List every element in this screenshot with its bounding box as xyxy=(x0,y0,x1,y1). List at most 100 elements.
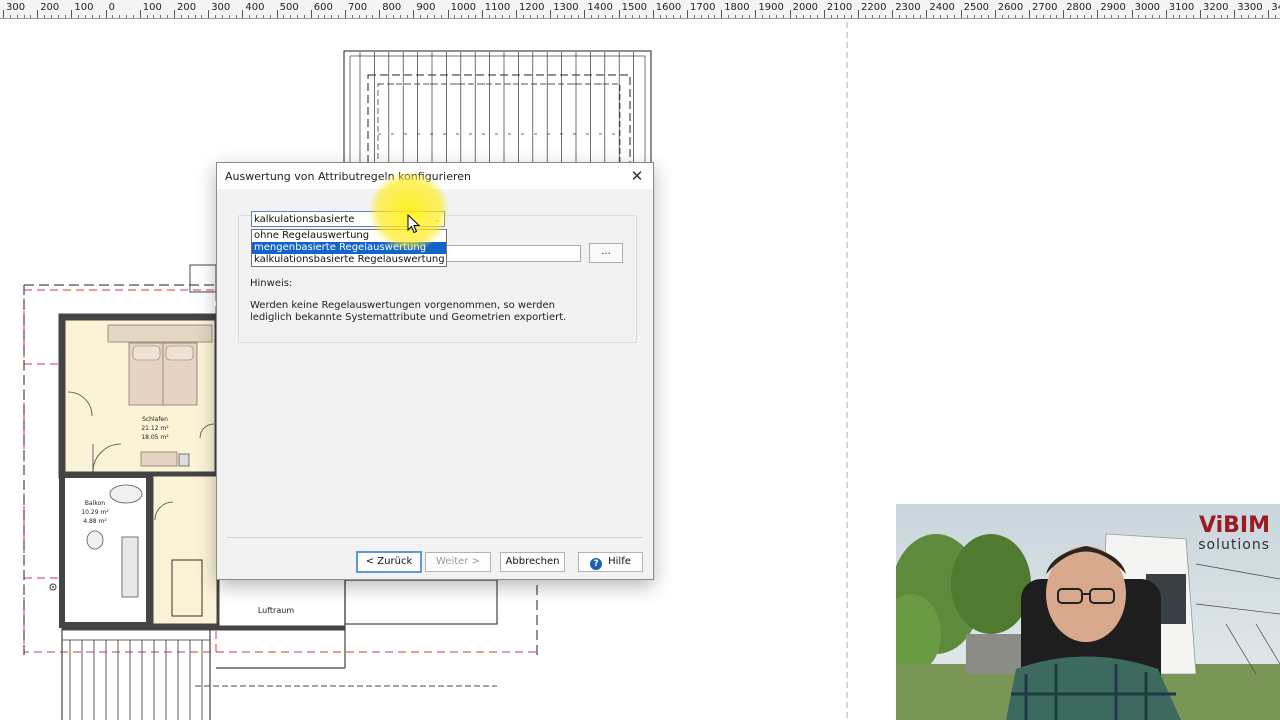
ruler-label: 2300 xyxy=(895,2,921,13)
ruler-minor-tick xyxy=(673,15,675,18)
ruler-minor-tick xyxy=(666,15,668,18)
ruler-major-tick xyxy=(310,10,312,18)
ruler-minor-tick xyxy=(563,15,565,18)
horizontal-ruler: 300 200 100 0 100 200 300 400 500 600 700 800 900 100… xyxy=(0,0,1280,19)
ruler-minor-tick xyxy=(1186,15,1188,18)
rule-file-path-input[interactable] xyxy=(445,245,581,262)
ruler-label: 1200 xyxy=(519,2,545,13)
ruler-minor-tick xyxy=(632,15,634,18)
ruler-minor-tick xyxy=(728,15,730,18)
ruler-minor-tick xyxy=(851,15,853,18)
ruler-major-tick xyxy=(652,10,654,18)
ruler-major-tick xyxy=(789,10,791,18)
ruler-minor-tick xyxy=(1035,15,1037,18)
ruler-minor-tick xyxy=(940,15,942,18)
footer-divider xyxy=(227,537,643,538)
ruler-minor-tick xyxy=(269,15,271,18)
ruler-minor-tick xyxy=(1145,15,1147,18)
ruler-minor-tick xyxy=(180,15,182,18)
ruler-minor-tick xyxy=(1049,15,1051,18)
option-calculation-based-rule-evaluation[interactable]: kalkulationsbasierte Regelauswertung xyxy=(252,254,446,266)
room-label-void: Luftraum xyxy=(258,606,294,615)
ruler-major-tick xyxy=(345,10,346,18)
ruler-major-tick xyxy=(1165,10,1167,18)
dialog-titlebar[interactable]: Auswertung von Attributregeln konfigurie… xyxy=(217,163,653,189)
ruler-minor-tick xyxy=(262,15,264,18)
ruler-major-tick xyxy=(105,10,107,18)
ruler-major-tick xyxy=(1063,10,1065,18)
ruler-minor-tick xyxy=(522,15,524,18)
ruler-minor-tick xyxy=(256,15,258,18)
ruler-major-tick xyxy=(994,10,996,18)
ruler-minor-tick xyxy=(816,15,818,18)
ruler-minor-tick xyxy=(228,15,230,18)
ruler-minor-tick xyxy=(871,15,873,18)
help-button[interactable]: ? Hilfe xyxy=(578,552,643,572)
ruler-minor-tick xyxy=(392,15,394,18)
ruler-minor-tick xyxy=(57,15,59,18)
ruler-minor-tick xyxy=(974,15,976,18)
rule-evaluation-options-list[interactable]: ohne Regelauswertung mengenbasierte Rege… xyxy=(251,229,447,267)
ruler-minor-tick xyxy=(714,15,716,18)
ruler-minor-tick xyxy=(338,15,340,18)
ruler-minor-tick xyxy=(303,15,305,18)
ruler-minor-tick xyxy=(201,15,203,18)
ruler-minor-tick xyxy=(598,15,600,18)
ruler-label: 2100 xyxy=(826,2,853,13)
ruler-minor-tick xyxy=(488,15,490,18)
ruler-label: 500 xyxy=(279,2,299,13)
ruler-minor-tick xyxy=(1227,15,1229,18)
option-quantity-based-rule-evaluation[interactable]: mengenbasierte Regelauswertung xyxy=(252,242,446,254)
ruler-major-tick xyxy=(926,10,928,18)
ruler-minor-tick xyxy=(1015,15,1017,18)
ruler-minor-tick xyxy=(194,15,196,18)
ruler-minor-tick xyxy=(1022,15,1024,18)
ruler-minor-tick xyxy=(933,15,935,18)
ruler-minor-tick xyxy=(1241,15,1243,18)
room-area-bedroom-2: 18.05 m² xyxy=(141,434,169,441)
ruler-minor-tick xyxy=(30,15,32,18)
logo-brand-vi: Vi xyxy=(1198,513,1224,538)
ruler-major-tick xyxy=(584,10,586,18)
logo-brand-bim: BIM xyxy=(1223,513,1270,538)
ruler-label: 1100 xyxy=(484,2,511,13)
ruler-minor-tick xyxy=(577,15,579,18)
ruler-minor-tick xyxy=(215,15,217,18)
ruler-label: 2400 xyxy=(929,2,955,13)
ruler-minor-tick xyxy=(748,15,750,18)
ruler-minor-tick xyxy=(987,15,989,18)
ruler-minor-tick xyxy=(1083,15,1085,18)
ruler-minor-tick xyxy=(9,15,11,18)
ruler-minor-tick xyxy=(557,15,559,18)
close-icon[interactable]: ✕ xyxy=(627,166,647,186)
ruler-minor-tick xyxy=(1090,15,1092,18)
ruler-minor-tick xyxy=(454,15,456,18)
ruler-minor-tick xyxy=(775,15,777,18)
ruler-minor-tick xyxy=(625,15,627,18)
ruler-major-tick xyxy=(823,10,825,18)
ruler-label: 1000 xyxy=(450,2,477,13)
ruler-major-tick xyxy=(447,10,449,18)
configure-attribute-rules-dialog: Auswertung von Attributregeln konfigurie… xyxy=(216,162,654,580)
chevron-down-icon[interactable]: ⌄ xyxy=(433,212,441,228)
ruler-minor-tick xyxy=(967,15,969,18)
ruler-minor-tick xyxy=(119,15,121,18)
ruler-label: 1400 xyxy=(587,2,613,13)
ruler-minor-tick xyxy=(762,15,764,18)
browse-button[interactable]: ... xyxy=(589,243,623,263)
ruler-major-tick xyxy=(618,10,620,18)
next-button[interactable]: Weiter > xyxy=(425,552,491,572)
ruler-minor-tick xyxy=(1172,15,1174,18)
ruler-label: 2800 xyxy=(1066,2,1092,13)
cancel-button[interactable]: Abbrechen xyxy=(500,552,565,572)
ruler-minor-tick xyxy=(1124,15,1126,18)
ruler-minor-tick xyxy=(324,15,326,18)
ruler-minor-tick xyxy=(16,15,18,18)
back-button[interactable]: < Zurück xyxy=(356,551,422,573)
ruler-major-tick xyxy=(550,10,552,18)
ruler-minor-tick xyxy=(864,15,866,18)
ruler-minor-tick xyxy=(680,15,682,18)
ruler-minor-tick xyxy=(112,15,114,18)
ruler-minor-tick xyxy=(1104,15,1106,18)
ruler-minor-tick xyxy=(693,15,695,18)
